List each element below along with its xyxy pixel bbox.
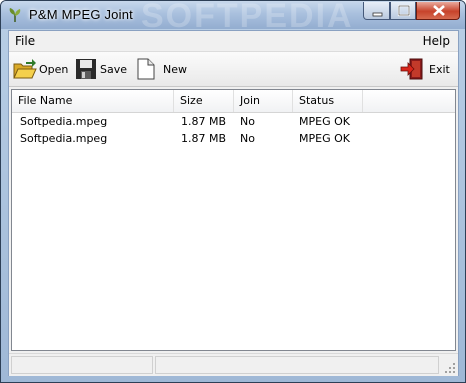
open-button[interactable]: Open — [12, 56, 70, 82]
column-header-file-name[interactable]: File Name — [12, 90, 174, 112]
title-bar[interactable]: SOFTPEDIA P&M MPEG Joint — [1, 1, 465, 35]
new-button[interactable]: New — [136, 56, 194, 82]
save-label: Save — [100, 63, 128, 76]
new-document-icon — [137, 58, 155, 80]
status-bar — [9, 353, 458, 376]
save-button[interactable]: Save — [75, 56, 129, 82]
minimize-icon — [372, 12, 383, 17]
menu-bar: File Help — [9, 31, 458, 52]
toolbar: Open Save New Exit — [9, 52, 458, 87]
cell-size: 1.87 MB — [181, 132, 227, 145]
table-row[interactable]: Softpedia.mpeg 1.87 MB No MPEG OK — [12, 131, 455, 147]
window-title: P&M MPEG Joint — [29, 7, 133, 22]
open-label: Open — [39, 63, 69, 76]
list-header: File Name Size Join Status — [12, 90, 455, 113]
cell-join: No — [240, 115, 255, 128]
exit-label: Exit — [429, 63, 450, 76]
maximize-icon — [397, 4, 411, 17]
floppy-disk-icon — [76, 59, 96, 79]
close-icon — [433, 5, 445, 16]
leaf-icon — [9, 8, 21, 22]
close-button[interactable] — [416, 2, 460, 20]
minimize-button[interactable] — [363, 2, 390, 20]
folder-open-icon — [13, 59, 37, 79]
column-header-status[interactable]: Status — [293, 90, 363, 112]
cell-file-name: Softpedia.mpeg — [20, 115, 108, 128]
menu-file[interactable]: File — [15, 34, 35, 48]
table-row[interactable]: Softpedia.mpeg 1.87 MB No MPEG OK — [12, 114, 455, 130]
new-label: New — [163, 63, 187, 76]
resize-grip-icon[interactable] — [444, 362, 456, 374]
app-window: SOFTPEDIA P&M MPEG Joint File Help Open — [0, 0, 466, 383]
menu-help[interactable]: Help — [423, 34, 450, 48]
cell-status: MPEG OK — [299, 132, 350, 145]
column-header-size[interactable]: Size — [174, 90, 234, 112]
cell-size: 1.87 MB — [181, 115, 227, 128]
cell-file-name: Softpedia.mpeg — [20, 132, 108, 145]
file-list[interactable]: File Name Size Join Status Softpedia.mpe… — [11, 89, 456, 351]
cell-join: No — [240, 132, 255, 145]
cell-status: MPEG OK — [299, 115, 350, 128]
status-pane-1 — [11, 356, 153, 374]
exit-door-icon — [400, 58, 423, 80]
maximize-button[interactable] — [390, 2, 416, 20]
status-pane-2 — [155, 356, 439, 374]
client-area: File Help Open Save New Exit File Name S… — [8, 30, 459, 376]
column-header-join[interactable]: Join — [234, 90, 293, 112]
exit-button[interactable]: Exit — [400, 56, 450, 82]
